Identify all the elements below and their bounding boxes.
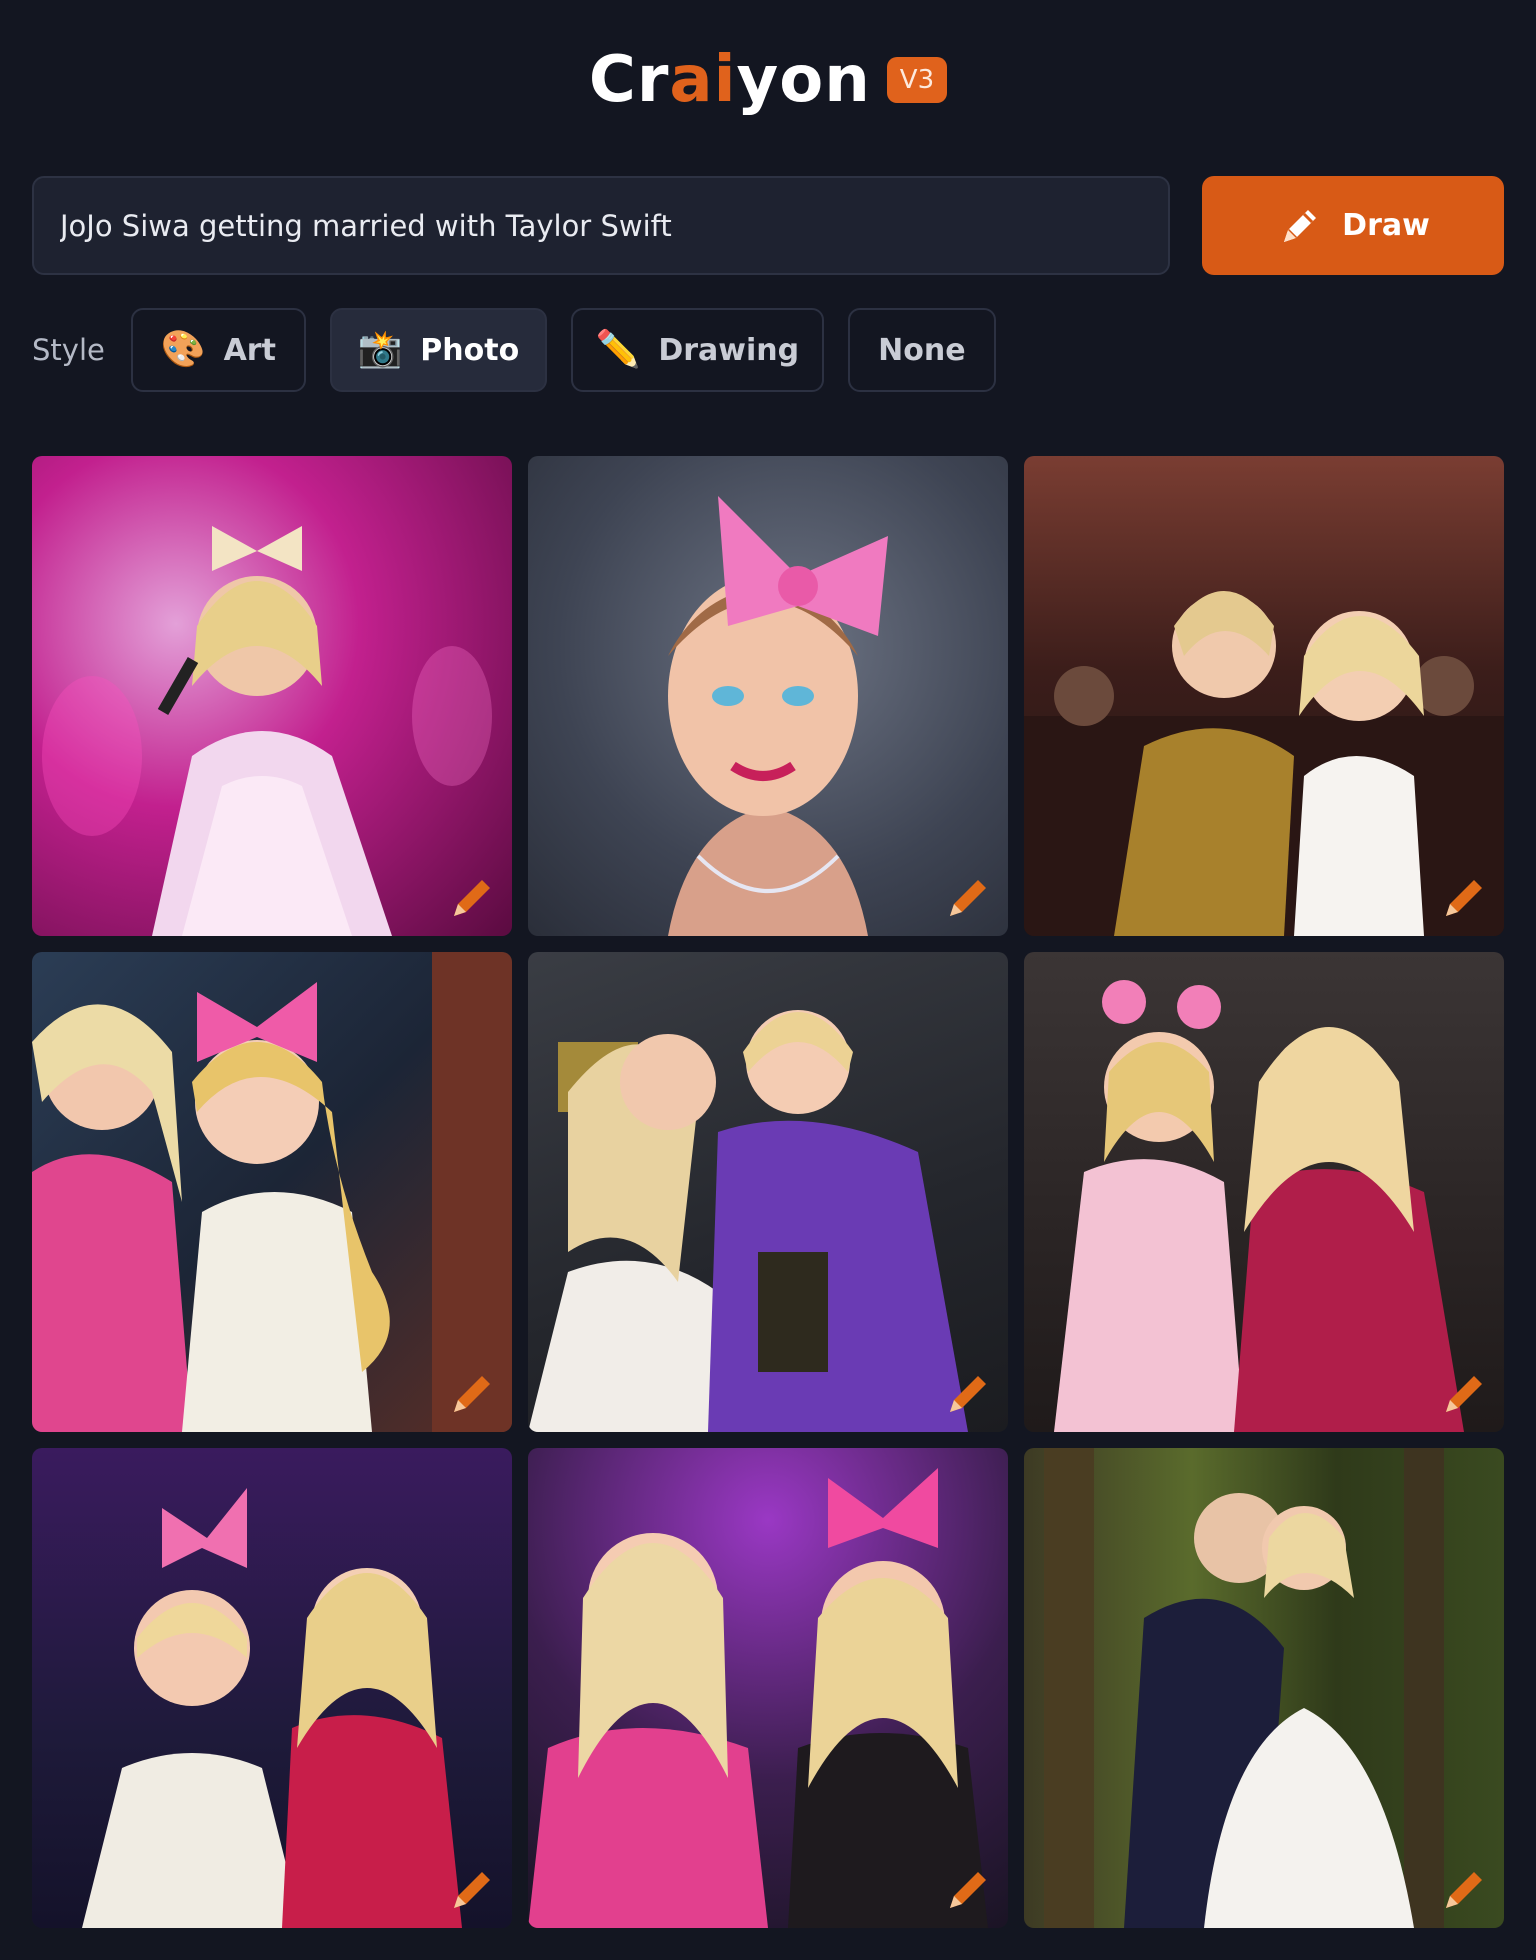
logo-wordmark: Craiyon: [589, 48, 871, 112]
scene-sequins-and-pink-suit: [1054, 980, 1464, 1432]
generated-image-3[interactable]: [1024, 456, 1504, 936]
pencil-icon[interactable]: [1440, 874, 1488, 922]
scene-forest-wedding-kiss: [1044, 1448, 1444, 1928]
style-drawing-label: Drawing: [658, 332, 800, 368]
scene-singer-pink-gown: [42, 526, 492, 936]
prompt-input[interactable]: [32, 176, 1170, 275]
scene-portrait-pink-bow: [668, 496, 888, 936]
version-badge: V3: [886, 57, 948, 103]
pencil-icon[interactable]: [448, 1370, 496, 1418]
palette-icon: 🎨: [160, 329, 206, 370]
draw-button-label: Draw: [1342, 208, 1430, 243]
camera-flash-icon: 📸: [357, 329, 403, 370]
pencil-icon: [1284, 209, 1317, 242]
scene-pink-outfits-duo: [32, 952, 512, 1432]
generated-image-4[interactable]: [32, 952, 512, 1432]
style-art-label: Art: [223, 332, 276, 368]
style-photo-button[interactable]: 📸 Photo: [329, 308, 547, 392]
generated-image-9[interactable]: [1024, 1448, 1504, 1928]
image-grid: [32, 456, 1504, 1928]
pencil-icon[interactable]: [944, 874, 992, 922]
style-art-button[interactable]: 🎨 Art: [130, 308, 306, 392]
generated-image-7[interactable]: [32, 1448, 512, 1928]
style-photo-label: Photo: [420, 332, 520, 368]
logo-suffix: yon: [736, 43, 871, 117]
logo-accent: ai: [669, 43, 737, 117]
pencil-icon[interactable]: [1440, 1866, 1488, 1914]
style-label: Style: [32, 333, 105, 367]
generated-image-1[interactable]: [32, 456, 512, 936]
scene-two-smiling-blondes: [528, 1468, 988, 1928]
pencil-emoji-icon: ✏️: [595, 329, 641, 370]
style-none-label: None: [878, 332, 966, 368]
style-drawing-button[interactable]: ✏️ Drawing: [570, 308, 824, 392]
pencil-icon[interactable]: [448, 874, 496, 922]
craiyon-page: Craiyon V3 Draw Style 🎨 Art 📸 Photo ✏️ D…: [0, 0, 1536, 1960]
pencil-icon[interactable]: [448, 1866, 496, 1914]
logo-prefix: Cr: [588, 43, 670, 117]
generated-image-5[interactable]: [528, 952, 1008, 1432]
pencil-icon[interactable]: [944, 1370, 992, 1418]
scene-white-gown-red-dress: [82, 1488, 462, 1928]
pencil-icon[interactable]: [1440, 1370, 1488, 1418]
style-selector: Style 🎨 Art 📸 Photo ✏️ Drawing None: [32, 308, 1020, 392]
generated-image-8[interactable]: [528, 1448, 1008, 1928]
generated-image-6[interactable]: [1024, 952, 1504, 1432]
logo: Craiyon V3: [0, 40, 1536, 120]
pencil-icon[interactable]: [944, 1866, 992, 1914]
generated-image-2[interactable]: [528, 456, 1008, 936]
style-none-button[interactable]: None: [847, 308, 996, 392]
scene-two-women-embrace: [1024, 591, 1504, 936]
draw-button[interactable]: Draw: [1202, 176, 1504, 275]
scene-kiss-purple-jacket: [528, 1010, 968, 1432]
